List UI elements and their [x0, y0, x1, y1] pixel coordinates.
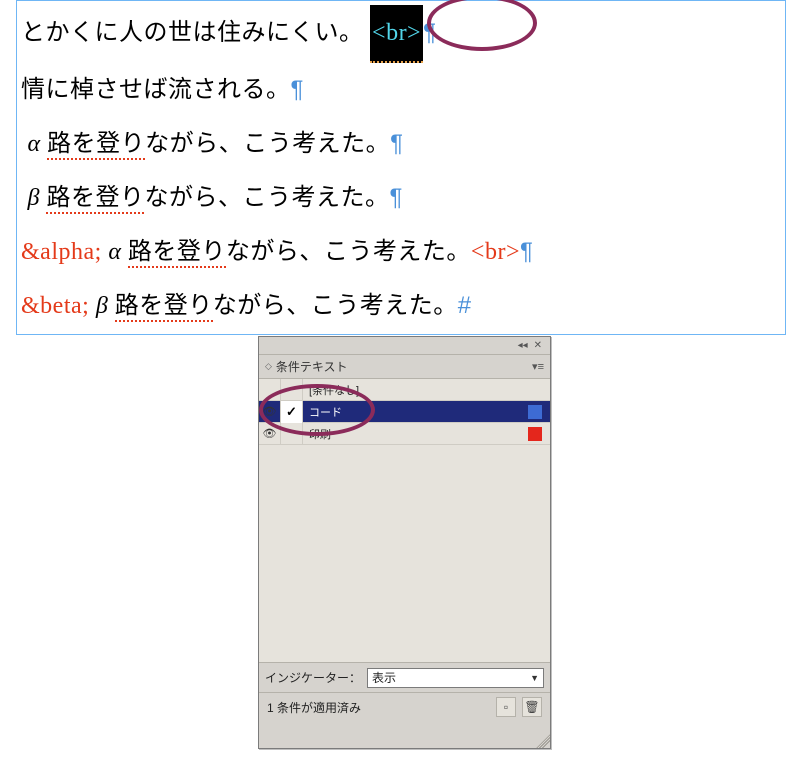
indicator-row: インジケーター： 表示 ▼	[259, 663, 550, 693]
line-text: 情に棹させば流される。	[21, 77, 291, 103]
text-line-2: 情に棹させば流される。¶	[21, 63, 785, 117]
indicator-label: インジケーター：	[265, 669, 361, 686]
chevron-down-icon: ▼	[530, 673, 539, 683]
visibility-eye-icon[interactable]: 👁	[259, 423, 281, 445]
entity-text: &alpha;	[21, 239, 102, 265]
pilcrow-icon: ¶	[291, 76, 304, 103]
squiggle-text: 路を登り	[47, 131, 145, 160]
greek-letter: β	[28, 185, 40, 211]
panel-title: 条件テキスト	[276, 358, 348, 375]
condition-row-none[interactable]: [条件なし]	[259, 379, 550, 401]
line-text: ながら、こう考えた。	[213, 293, 458, 319]
text-line-6: &beta; β 路を登りながら、こう考えた。#	[21, 279, 785, 333]
indicator-dropdown[interactable]: 表示 ▼	[367, 668, 544, 688]
pilcrow-icon: ¶	[390, 130, 403, 157]
applied-check-icon[interactable]: ✓	[281, 401, 303, 423]
conditions-list: [条件なし] 👁 ✓ コード 👁 印刷	[259, 379, 550, 445]
squiggle-text: 路を登り	[46, 185, 144, 214]
greek-letter: β	[96, 293, 108, 319]
squiggle-text: 路を登り	[115, 293, 213, 322]
condition-label: コード	[303, 404, 528, 420]
condition-label: 印刷	[303, 426, 528, 442]
condition-row-code[interactable]: 👁 ✓ コード	[259, 401, 550, 423]
text-line-4: β 路を登りながら、こう考えた。¶	[21, 171, 785, 225]
delete-condition-icon[interactable]: 🗑	[522, 697, 542, 717]
panel-titlebar: ◂◂ ✕	[259, 337, 550, 355]
indicator-value: 表示	[372, 669, 396, 686]
new-condition-icon[interactable]: ▫	[496, 697, 516, 717]
br-tag-highlight: <br>	[370, 5, 423, 63]
resize-grip-icon[interactable]	[536, 734, 550, 748]
br-tag-text: <br>	[471, 239, 520, 265]
text-line-1: とかくに人の世は住みにくい。 <br>¶	[21, 5, 785, 63]
eye-column-spacer	[259, 379, 281, 401]
conditions-empty-area	[259, 445, 550, 663]
color-swatch	[528, 405, 542, 419]
pilcrow-icon: ¶	[520, 238, 533, 265]
collapse-icon[interactable]: ◂◂	[518, 340, 528, 351]
text-frame[interactable]: とかくに人の世は住みにくい。 <br>¶ 情に棹させば流される。¶ α 路を登り…	[16, 0, 786, 335]
check-column-spacer	[281, 379, 303, 401]
conditional-text-panel: ◂◂ ✕ ◇ 条件テキスト ▾≡ [条件なし] 👁 ✓ コード 👁 印刷 インジ…	[258, 336, 551, 749]
close-icon[interactable]: ✕	[534, 340, 542, 351]
color-swatch	[528, 427, 542, 441]
status-text: 1 条件が適用済み	[267, 699, 361, 716]
hash-icon: #	[458, 292, 472, 319]
line-text: ながら、こう考えた。	[144, 185, 389, 211]
pilcrow-icon: ¶	[423, 19, 436, 46]
condition-row-print[interactable]: 👁 印刷	[259, 423, 550, 445]
text-line-5: &alpha; α 路を登りながら、こう考えた。<br>¶	[21, 225, 785, 279]
visibility-eye-icon[interactable]: 👁	[259, 401, 281, 423]
panel-tab[interactable]: ◇ 条件テキスト ▾≡	[259, 355, 550, 379]
line-text: ながら、こう考えた。	[226, 239, 471, 265]
check-column-spacer	[281, 423, 303, 445]
condition-label: [条件なし]	[303, 382, 550, 398]
squiggle-text: 路を登り	[128, 239, 226, 268]
greek-letter: α	[28, 131, 41, 157]
tab-arrows-icon: ◇	[265, 361, 272, 372]
status-row: 1 条件が適用済み ▫ 🗑	[259, 693, 550, 721]
greek-letter: α	[108, 239, 121, 265]
entity-text: &beta;	[21, 293, 89, 319]
text-line-3: α 路を登りながら、こう考えた。¶	[21, 117, 785, 171]
pilcrow-icon: ¶	[389, 184, 402, 211]
line-text: ながら、こう考えた。	[145, 131, 390, 157]
panel-menu-icon[interactable]: ▾≡	[532, 360, 544, 373]
line-text: とかくに人の世は住みにくい。	[21, 20, 364, 46]
